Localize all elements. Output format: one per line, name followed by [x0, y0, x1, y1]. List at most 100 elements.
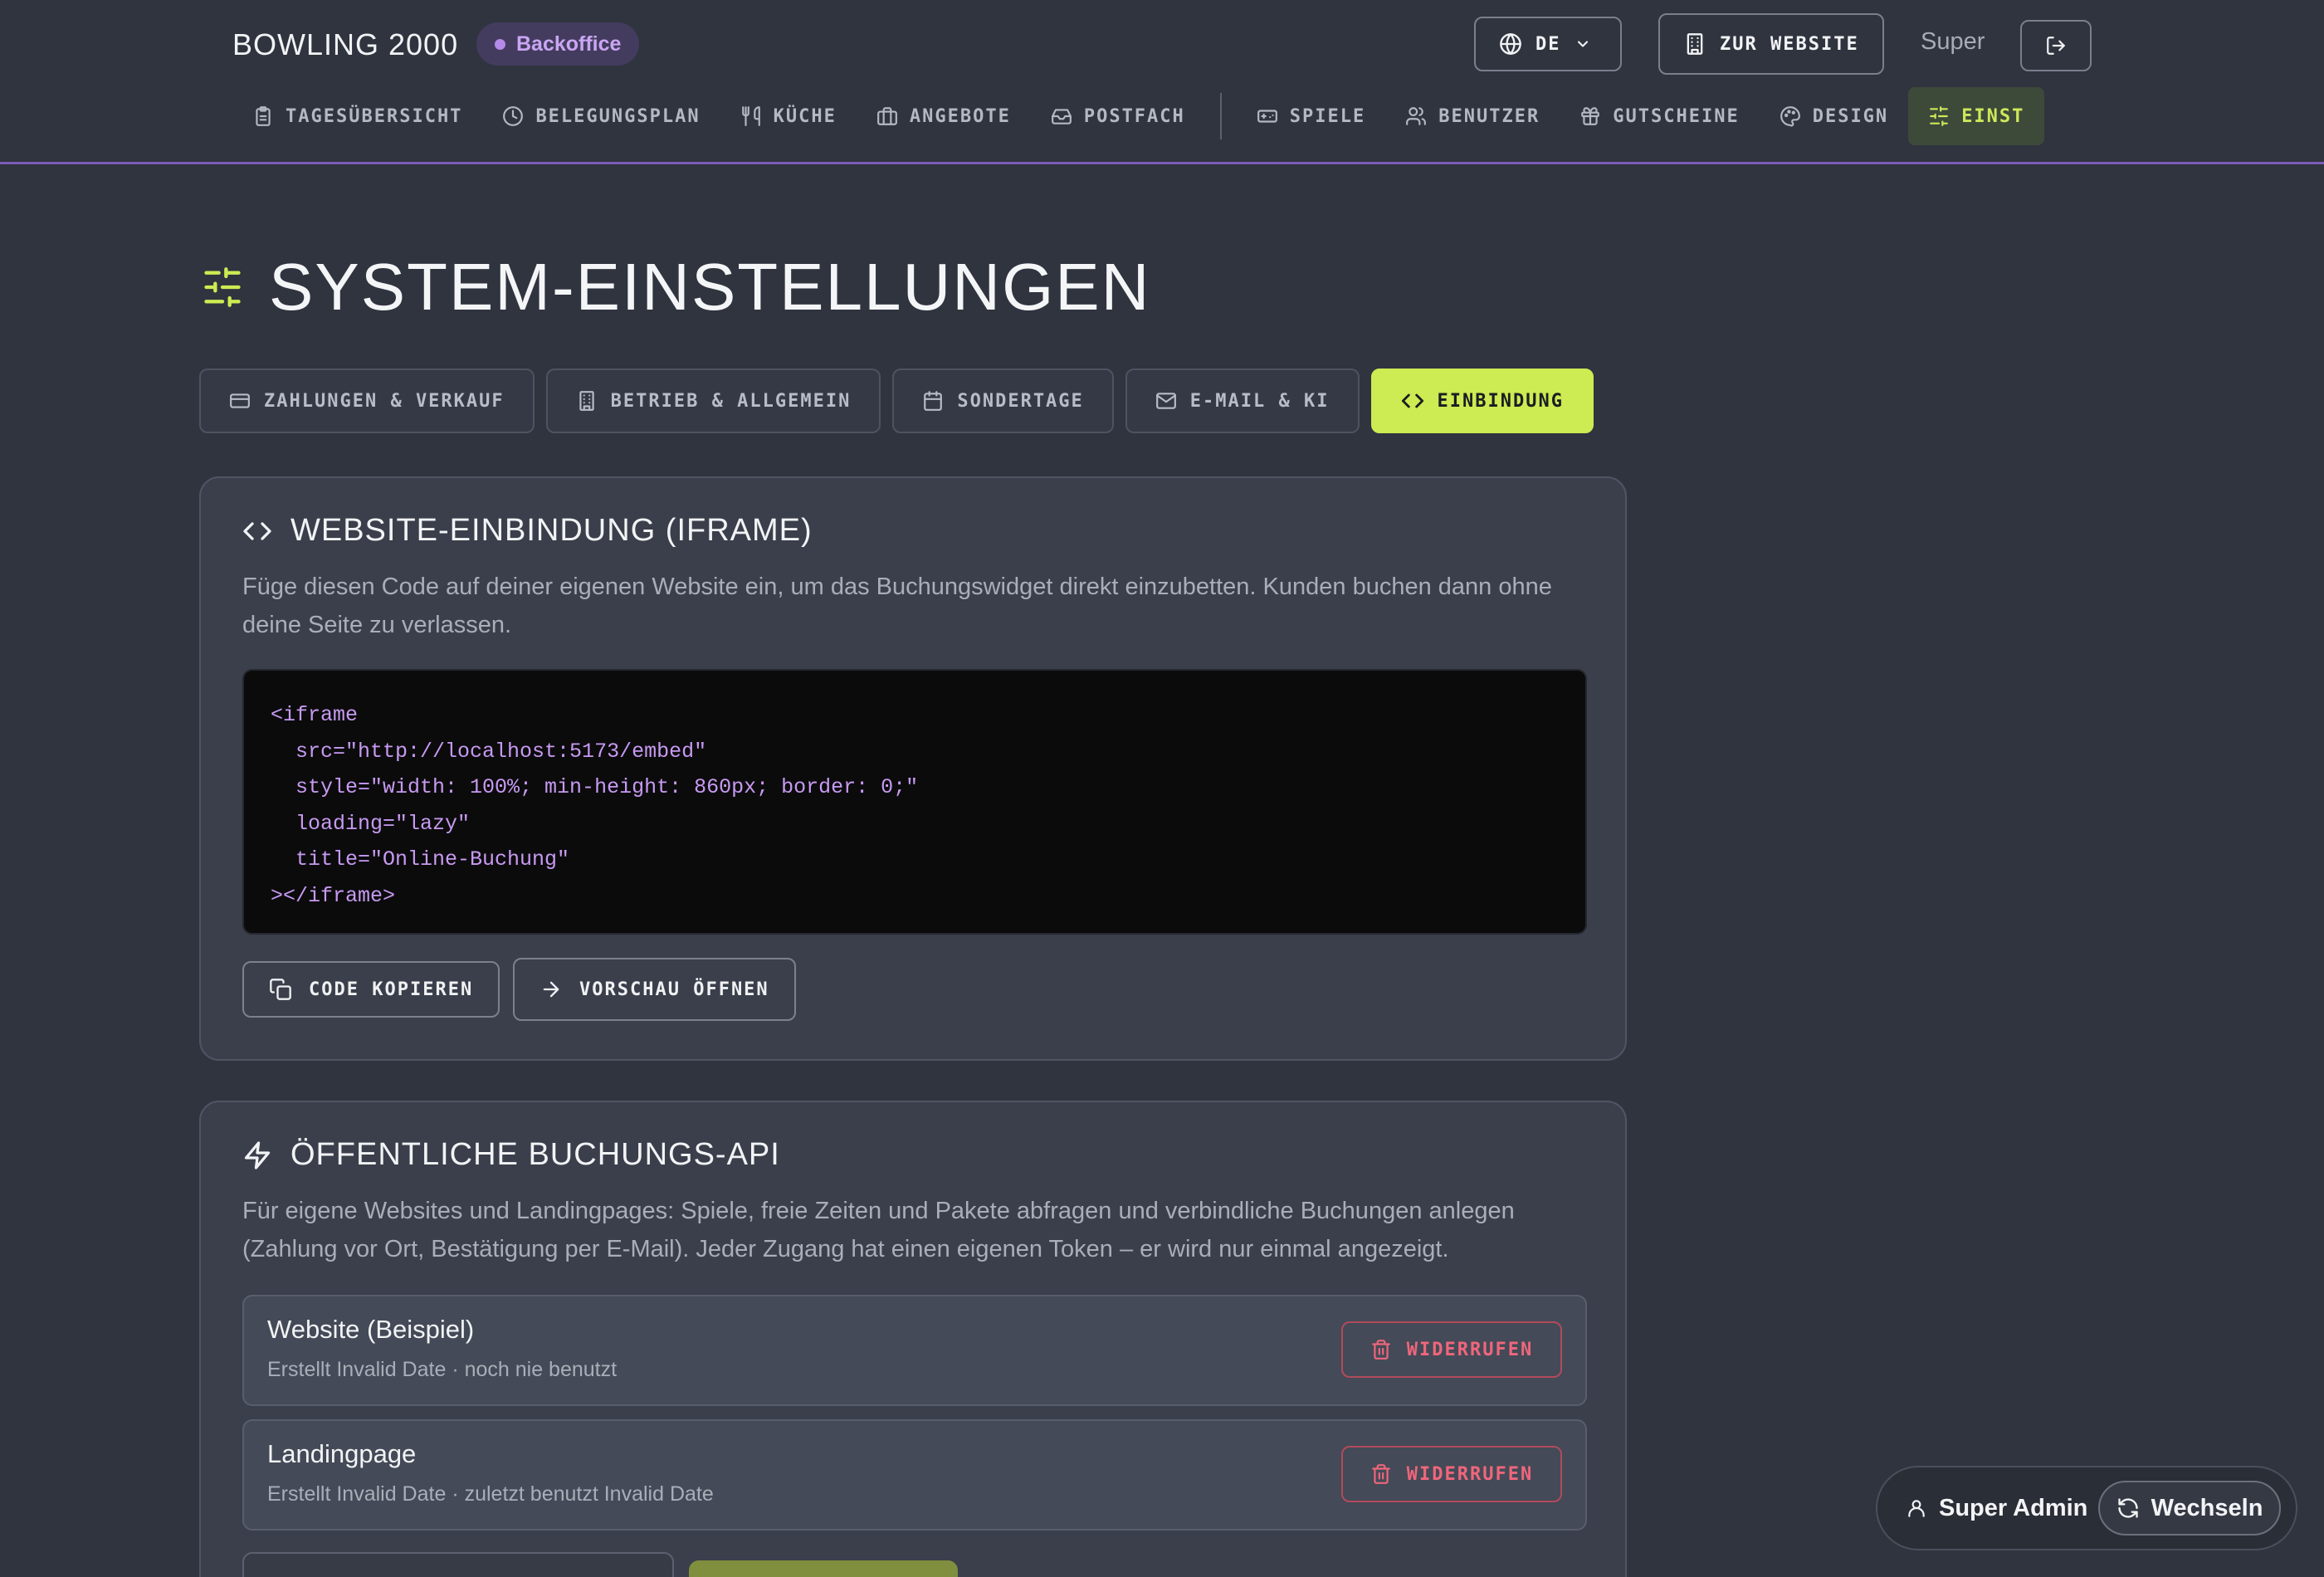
chevron-down-icon — [1575, 36, 1591, 52]
nav-item-tagesuebersicht[interactable]: TAGESÜBERSICHT — [232, 87, 482, 145]
arrow-right-icon — [540, 978, 563, 1001]
tab-label: SONDERTAGE — [957, 390, 1084, 412]
code-icon — [242, 516, 272, 546]
nav-item-spiele[interactable]: SPIELE — [1237, 87, 1385, 145]
token-row: Website (Beispiel) Erstellt Invalid Date… — [242, 1295, 1587, 1406]
revoke-button[interactable]: WIDERRUFEN — [1341, 1321, 1562, 1378]
nav-item-label: EINST — [1961, 105, 2025, 127]
nav-item-label: GUTSCHEINE — [1613, 105, 1740, 127]
token-name: Website (Beispiel) — [267, 1315, 475, 1344]
tab-zahlungen[interactable]: ZAHLUNGEN & VERKAUF — [199, 369, 535, 433]
language-select[interactable]: DE — [1474, 17, 1622, 71]
nav-item-gutscheine[interactable]: GUTSCHEINE — [1560, 87, 1759, 145]
embed-code-block[interactable]: <iframe src="http://localhost:5173/embed… — [242, 669, 1587, 935]
tab-label: BETRIEB & ALLGEMEIN — [610, 390, 852, 412]
utensils-icon — [740, 105, 762, 127]
open-preview-button[interactable]: VORSCHAU ÖFFNEN — [513, 958, 796, 1021]
logout-icon — [2045, 35, 2067, 56]
nav-item-angebote[interactable]: ANGEBOTE — [857, 87, 1031, 145]
tab-sondertage[interactable]: SONDERTAGE — [892, 369, 1114, 433]
gift-icon — [1579, 105, 1601, 127]
embed-card-header: WEBSITE-EINBINDUNG (IFRAME) — [242, 513, 813, 549]
palette-icon — [1780, 105, 1801, 127]
sliders-icon — [201, 262, 244, 312]
nav-item-postfach[interactable]: POSTFACH — [1031, 87, 1205, 145]
nav-item-label: BELEGUNGSPLAN — [535, 105, 701, 127]
token-name: Landingpage — [267, 1439, 417, 1468]
switch-user-button[interactable]: Wechseln — [2098, 1481, 2281, 1536]
website-button-label: ZUR WEBSITE — [1720, 33, 1859, 55]
token-meta: Erstellt Invalid Date · zuletzt benutzt … — [267, 1482, 714, 1506]
refresh-icon — [2116, 1496, 2140, 1520]
nav-item-label: BENUTZER — [1438, 105, 1540, 127]
nav-item-label: ANGEBOTE — [909, 105, 1011, 127]
nav-divider — [1219, 93, 1222, 139]
trash-icon — [1370, 1463, 1392, 1485]
current-user-label: Super Admin — [1939, 1494, 2088, 1521]
token-row: Landingpage Erstellt Invalid Date · zule… — [242, 1419, 1587, 1531]
token-meta: Erstellt Invalid Date · noch nie benutzt — [267, 1358, 618, 1381]
brand-logo[interactable]: BOWLING 2000 — [232, 25, 458, 65]
nav-item-label: SPIELE — [1289, 105, 1366, 127]
user-icon — [1906, 1497, 1927, 1519]
nav-item-label: DESIGN — [1812, 105, 1889, 127]
switch-user-label: Wechseln — [2151, 1494, 2263, 1521]
clipboard-icon — [252, 105, 274, 127]
tab-label: EINBINDUNG — [1437, 390, 1564, 412]
nav-item-kueche[interactable]: KÜCHE — [720, 87, 857, 145]
trash-icon — [1370, 1339, 1392, 1360]
create-token-button[interactable] — [689, 1560, 958, 1577]
mail-icon — [1155, 390, 1177, 412]
nav-item-benutzer[interactable]: BENUTZER — [1385, 87, 1560, 145]
nav-item-label: KÜCHE — [773, 105, 837, 127]
building-icon — [576, 390, 598, 412]
tab-einbindung[interactable]: EINBINDUNG — [1370, 369, 1594, 433]
gamepad-icon — [1257, 105, 1278, 127]
api-card-header: ÖFFENTLICHE BUCHUNGS-API — [242, 1137, 780, 1173]
nav-item-label: POSTFACH — [1083, 105, 1185, 127]
embed-description: Füge diesen Code auf deiner eigenen Webs… — [242, 574, 1552, 638]
clock-icon — [502, 105, 524, 127]
nav-item-einstellungen[interactable]: EINST — [1908, 87, 2045, 145]
globe-icon — [1499, 32, 1522, 56]
page-title-text: SYSTEM-EINSTELLUNGEN — [269, 250, 1151, 324]
tab-betrieb[interactable]: BETRIEB & ALLGEMEIN — [545, 369, 881, 433]
settings-tabs: ZAHLUNGEN & VERKAUF BETRIEB & ALLGEMEIN … — [199, 369, 1594, 433]
api-card: ÖFFENTLICHE BUCHUNGS-API Für eigene Webs… — [199, 1101, 1627, 1577]
api-card-title: ÖFFENTLICHE BUCHUNGS-API — [290, 1137, 780, 1172]
token-name-input[interactable] — [242, 1552, 674, 1577]
copy-code-button[interactable]: CODE KOPIEREN — [242, 961, 500, 1018]
backoffice-badge: Backoffice — [476, 22, 640, 66]
logout-button[interactable] — [2020, 20, 2092, 71]
embed-card: WEBSITE-EINBINDUNG (IFRAME) Füge diesen … — [199, 476, 1627, 1061]
sliders-icon — [1928, 105, 1950, 127]
user-switch-bar: Super Admin Wechseln — [1876, 1466, 2297, 1550]
users-icon — [1405, 105, 1427, 127]
revoke-label: WIDERRUFEN — [1406, 1339, 1534, 1360]
copy-icon — [269, 978, 292, 1001]
building-icon — [1683, 32, 1706, 56]
lightning-icon — [242, 1140, 272, 1170]
top-header: BOWLING 2000 Backoffice DE ZUR WEBSITE S… — [0, 0, 2324, 164]
current-user: Super Admin — [1906, 1467, 2087, 1549]
website-button[interactable]: ZUR WEBSITE — [1658, 13, 1884, 75]
tab-email-ki[interactable]: E-MAIL & KI — [1125, 369, 1360, 433]
revoke-button[interactable]: WIDERRUFEN — [1341, 1446, 1562, 1502]
nav-item-belegungsplan[interactable]: BELEGUNGSPLAN — [482, 87, 720, 145]
tab-label: E-MAIL & KI — [1189, 390, 1330, 412]
copy-code-label: CODE KOPIEREN — [309, 979, 474, 1000]
nav-item-design[interactable]: DESIGN — [1760, 87, 1908, 145]
tab-label: ZAHLUNGEN & VERKAUF — [264, 390, 505, 412]
nav-item-label: TAGESÜBERSICHT — [286, 105, 463, 127]
open-preview-label: VORSCHAU ÖFFNEN — [579, 979, 769, 1000]
current-user-name: Super — [1921, 28, 1985, 55]
inbox-icon — [1051, 105, 1072, 127]
revoke-label: WIDERRUFEN — [1406, 1463, 1534, 1485]
code-icon — [1401, 389, 1424, 413]
main-nav: TAGESÜBERSICHT BELEGUNGSPLAN KÜCHE ANGEB… — [232, 86, 2125, 146]
briefcase-icon — [876, 105, 898, 127]
page-title: SYSTEM-EINSTELLUNGEN — [201, 249, 1150, 325]
api-description: Für eigene Websites und Landingpages: Sp… — [242, 1198, 1515, 1262]
embed-card-title: WEBSITE-EINBINDUNG (IFRAME) — [290, 513, 813, 548]
language-value: DE — [1536, 33, 1561, 55]
